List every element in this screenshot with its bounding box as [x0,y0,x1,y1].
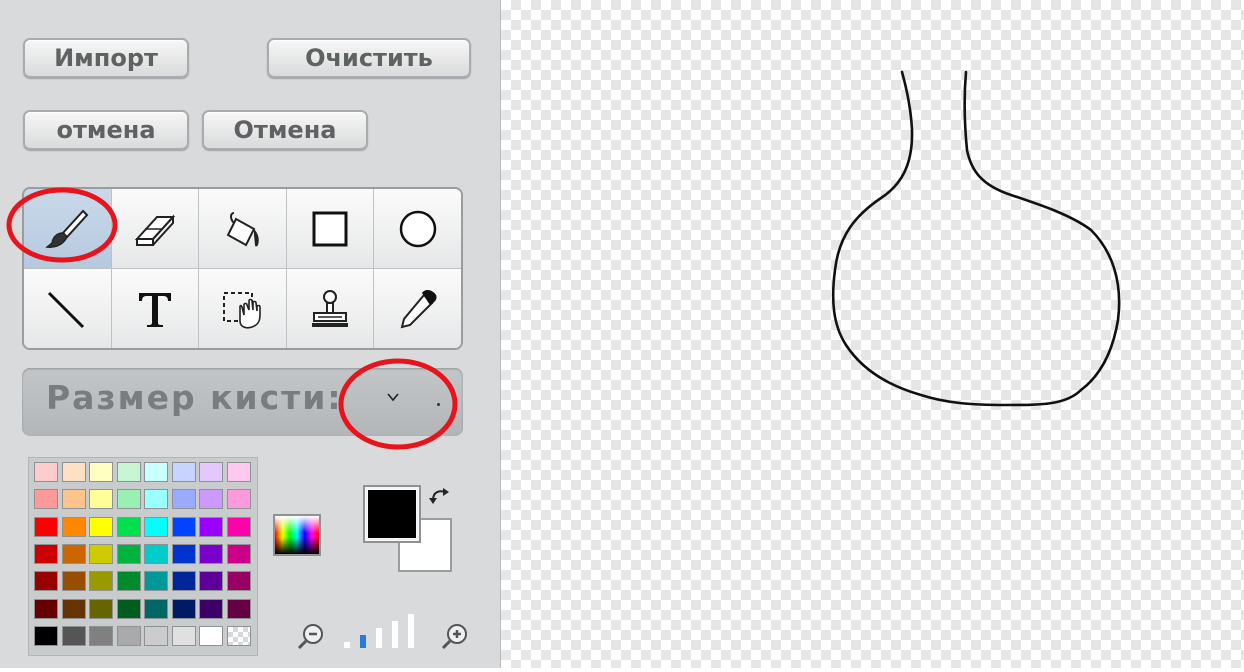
color-swatch[interactable] [61,598,86,619]
rectangle-icon [312,211,348,246]
color-swatch[interactable] [89,462,113,482]
paintbrush-icon [45,209,89,248]
color-swatch[interactable] [199,625,223,646]
editor-panel: Импорт Очистить отмена Отмена Размер кис… [0,0,501,668]
zoom-level-bar[interactable] [376,628,382,648]
zoom-in-icon[interactable] [440,622,470,652]
color-swatch[interactable] [171,516,196,537]
color-swatch[interactable] [144,462,168,482]
brush-tool[interactable] [24,189,111,268]
color-swatch[interactable] [89,543,113,564]
color-swatch[interactable] [226,625,251,646]
color-swatch[interactable] [171,462,196,482]
rectangle-tool[interactable] [286,189,374,268]
color-swatch[interactable] [34,598,58,619]
color-swatch[interactable] [116,598,141,619]
color-swatch[interactable] [226,598,251,619]
brush-size-selector[interactable]: Размер кисти: [22,368,463,436]
color-swatch[interactable] [171,571,196,592]
color-swatch[interactable] [89,516,113,537]
drawing-canvas[interactable] [501,0,1244,668]
color-swatch[interactable] [199,489,223,510]
paint-bucket-icon [227,211,260,246]
tool-grid [22,187,463,350]
color-swatch[interactable] [116,571,141,592]
line-icon [48,291,85,328]
color-swatch[interactable] [116,543,141,564]
eyedropper-tool[interactable] [374,269,461,348]
color-swatch[interactable] [144,543,168,564]
color-swatch[interactable] [61,543,86,564]
color-swatch[interactable] [116,625,141,646]
eraser-icon [134,213,176,246]
zoom-level-bar[interactable] [408,614,414,648]
zoom-level-bar[interactable] [360,635,366,648]
color-swatch[interactable] [89,571,113,592]
color-swatch[interactable] [61,516,86,537]
color-swatch[interactable] [226,489,251,510]
redo-button[interactable]: Отмена [202,110,368,150]
select-hand-icon [223,291,262,329]
color-swatch[interactable] [199,598,223,619]
color-swatch[interactable] [89,489,113,510]
pear-drawing [831,70,1121,407]
eraser-tool[interactable] [111,189,199,268]
color-swatch[interactable] [199,571,223,592]
color-swatch[interactable] [34,571,58,592]
color-swatch[interactable] [116,489,141,510]
color-swatch[interactable] [226,571,251,592]
color-swatch[interactable] [144,489,168,510]
stamp-icon [312,289,349,327]
color-swatch[interactable] [171,598,196,619]
chevron-down-icon[interactable] [386,390,400,404]
color-swatch[interactable] [34,625,58,646]
color-swatch[interactable] [171,543,196,564]
brush-size-preview [437,403,440,406]
color-swatch[interactable] [61,571,86,592]
ellipse-tool[interactable] [374,189,461,268]
stamp-tool[interactable] [286,269,374,348]
color-palette [28,457,258,656]
color-swatch[interactable] [116,462,141,482]
undo-button[interactable]: отмена [23,110,189,150]
color-swatch[interactable] [144,571,168,592]
color-swatch[interactable] [61,489,86,510]
ellipse-icon [399,210,436,247]
color-spectrum-button[interactable] [273,514,321,556]
color-swatch[interactable] [144,598,168,619]
line-tool[interactable] [24,269,111,348]
foreground-color-swatch[interactable] [363,485,421,543]
color-swatch[interactable] [61,462,86,482]
fill-tool[interactable] [199,189,286,268]
zoom-level-bar[interactable] [344,642,350,648]
text-icon [138,292,171,327]
color-swatch[interactable] [199,543,223,564]
color-swatch[interactable] [144,625,168,646]
swap-colors-icon[interactable] [425,484,455,508]
color-swatch[interactable] [89,598,113,619]
import-button[interactable]: Импорт [23,38,189,78]
color-swatch[interactable] [226,543,251,564]
color-swatch[interactable] [226,516,251,537]
eyedropper-icon [400,289,437,328]
zoom-out-icon[interactable] [296,622,326,652]
color-swatch[interactable] [34,543,58,564]
color-swatch[interactable] [34,516,58,537]
color-swatch[interactable] [144,516,168,537]
text-tool[interactable] [111,269,199,348]
color-swatch[interactable] [171,489,196,510]
color-swatch[interactable] [61,625,86,646]
select-tool[interactable] [199,269,286,348]
color-swatch[interactable] [171,625,196,646]
zoom-level-bar[interactable] [392,621,398,648]
color-swatch[interactable] [226,462,251,482]
color-swatch[interactable] [89,625,113,646]
color-swatch[interactable] [199,462,223,482]
color-swatch[interactable] [116,516,141,537]
color-swatch[interactable] [199,516,223,537]
brush-size-label: Размер кисти: [46,378,343,417]
color-swatch[interactable] [34,489,58,510]
color-swatch[interactable] [34,462,58,482]
clear-button[interactable]: Очистить [267,38,471,78]
